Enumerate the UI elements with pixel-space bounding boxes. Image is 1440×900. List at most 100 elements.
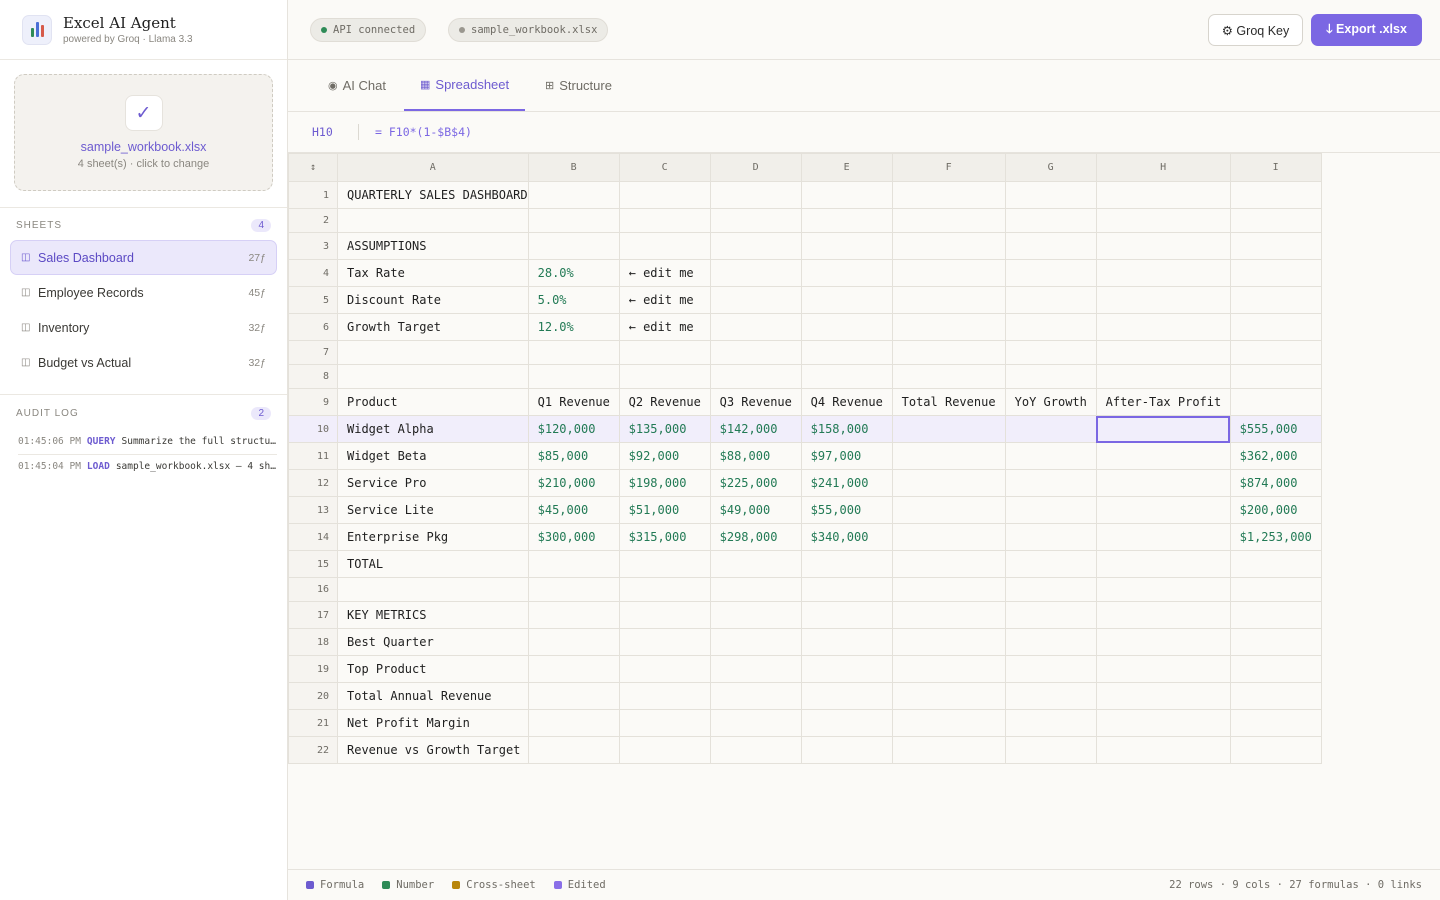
cell-e10[interactable]: $158,000 xyxy=(800,415,893,443)
cell-e11[interactable]: $97,000 xyxy=(800,442,893,470)
cell-a1[interactable]: QUARTERLY SALES DASHBOARD xyxy=(337,181,529,209)
cell-g2[interactable] xyxy=(1004,208,1097,233)
cell-f2[interactable] xyxy=(891,208,1006,233)
cell-a17[interactable]: KEY METRICS xyxy=(337,601,529,629)
column-header-b[interactable]: B xyxy=(527,153,620,182)
cell-c5[interactable]: ← edit me xyxy=(618,286,711,314)
cell-b5[interactable]: 5.0% xyxy=(527,286,620,314)
cell-b15[interactable] xyxy=(527,550,620,578)
cell-f22[interactable] xyxy=(891,736,1006,764)
cell-h5[interactable] xyxy=(1095,286,1231,314)
cell-c7[interactable] xyxy=(618,340,711,365)
cell-f20[interactable] xyxy=(891,682,1006,710)
row-number[interactable]: 15 xyxy=(288,550,338,578)
cell-d16[interactable] xyxy=(709,577,802,602)
cell-i11[interactable]: $362,000 xyxy=(1229,442,1322,470)
cell-h9[interactable]: After-Tax Profit xyxy=(1095,388,1231,416)
cell-g14[interactable] xyxy=(1004,523,1097,551)
row-number[interactable]: 17 xyxy=(288,601,338,629)
cell-f14[interactable] xyxy=(891,523,1006,551)
cell-i2[interactable] xyxy=(1229,208,1322,233)
cell-g3[interactable] xyxy=(1004,232,1097,260)
cell-f8[interactable] xyxy=(891,364,1006,389)
cell-f11[interactable] xyxy=(891,442,1006,470)
cell-g17[interactable] xyxy=(1004,601,1097,629)
cell-d2[interactable] xyxy=(709,208,802,233)
cell-d11[interactable]: $88,000 xyxy=(709,442,802,470)
cell-i17[interactable] xyxy=(1229,601,1322,629)
cell-e17[interactable] xyxy=(800,601,893,629)
sidebar-item-sheet[interactable]: ◫ Inventory 32ƒ xyxy=(10,310,277,345)
cell-d15[interactable] xyxy=(709,550,802,578)
cell-a20[interactable]: Total Annual Revenue xyxy=(337,682,529,710)
cell-i19[interactable] xyxy=(1229,655,1322,683)
cell-d9[interactable]: Q3 Revenue xyxy=(709,388,802,416)
cell-d21[interactable] xyxy=(709,709,802,737)
cell-d5[interactable] xyxy=(709,286,802,314)
row-number[interactable]: 12 xyxy=(288,469,338,497)
row-number[interactable]: 8 xyxy=(288,364,338,389)
cell-c8[interactable] xyxy=(618,364,711,389)
audit-entry[interactable]: 01:45:06 PM QUERY Summarize the full struc… xyxy=(18,430,277,454)
cell-a19[interactable]: Top Product xyxy=(337,655,529,683)
cell-c18[interactable] xyxy=(618,628,711,656)
cell-e21[interactable] xyxy=(800,709,893,737)
cell-e14[interactable]: $340,000 xyxy=(800,523,893,551)
cell-h4[interactable] xyxy=(1095,259,1231,287)
cell-e2[interactable] xyxy=(800,208,893,233)
tab-spreadsheet[interactable]: ▦ Spreadsheet xyxy=(404,60,526,111)
cell-h18[interactable] xyxy=(1095,628,1231,656)
cell-a5[interactable]: Discount Rate xyxy=(337,286,529,314)
cell-b16[interactable] xyxy=(527,577,620,602)
cell-g21[interactable] xyxy=(1004,709,1097,737)
cell-f15[interactable] xyxy=(891,550,1006,578)
cell-g13[interactable] xyxy=(1004,496,1097,524)
cell-c4[interactable]: ← edit me xyxy=(618,259,711,287)
cell-a18[interactable]: Best Quarter xyxy=(337,628,529,656)
cell-c14[interactable]: $315,000 xyxy=(618,523,711,551)
cell-f6[interactable] xyxy=(891,313,1006,341)
cell-b11[interactable]: $85,000 xyxy=(527,442,620,470)
cell-e8[interactable] xyxy=(800,364,893,389)
cell-a9[interactable]: Product xyxy=(337,388,529,416)
cell-d3[interactable] xyxy=(709,232,802,260)
cell-e9[interactable]: Q4 Revenue xyxy=(800,388,893,416)
cell-d10[interactable]: $142,000 xyxy=(709,415,802,443)
cell-a8[interactable] xyxy=(337,364,529,389)
cell-g18[interactable] xyxy=(1004,628,1097,656)
cell-b8[interactable] xyxy=(527,364,620,389)
cell-i22[interactable] xyxy=(1229,736,1322,764)
cell-c19[interactable] xyxy=(618,655,711,683)
cell-d6[interactable] xyxy=(709,313,802,341)
cell-d17[interactable] xyxy=(709,601,802,629)
cell-e12[interactable]: $241,000 xyxy=(800,469,893,497)
cell-f9[interactable]: Total Revenue xyxy=(891,388,1006,416)
row-number[interactable]: 1 xyxy=(288,181,338,209)
row-number[interactable]: 4 xyxy=(288,259,338,287)
tab-structure[interactable]: ⊞ Structure xyxy=(545,60,612,111)
cell-h13[interactable] xyxy=(1095,496,1231,524)
sidebar-item-sheet[interactable]: ◫ Budget vs Actual 32ƒ xyxy=(10,345,277,380)
cell-h17[interactable] xyxy=(1095,601,1231,629)
cell-c3[interactable] xyxy=(618,232,711,260)
column-header-h[interactable]: H xyxy=(1095,153,1231,182)
cell-g12[interactable] xyxy=(1004,469,1097,497)
row-number[interactable]: 18 xyxy=(288,628,338,656)
cell-e19[interactable] xyxy=(800,655,893,683)
cell-i9[interactable] xyxy=(1229,388,1322,416)
cell-g7[interactable] xyxy=(1004,340,1097,365)
cell-b14[interactable]: $300,000 xyxy=(527,523,620,551)
cell-b13[interactable]: $45,000 xyxy=(527,496,620,524)
cell-i5[interactable] xyxy=(1229,286,1322,314)
cell-e15[interactable] xyxy=(800,550,893,578)
row-number[interactable]: 21 xyxy=(288,709,338,737)
cell-f7[interactable] xyxy=(891,340,1006,365)
cell-c15[interactable] xyxy=(618,550,711,578)
cell-c22[interactable] xyxy=(618,736,711,764)
cell-f5[interactable] xyxy=(891,286,1006,314)
cell-a3[interactable]: ASSUMPTIONS xyxy=(337,232,529,260)
cell-g10[interactable] xyxy=(1004,415,1097,443)
cell-b7[interactable] xyxy=(527,340,620,365)
cell-a12[interactable]: Service Pro xyxy=(337,469,529,497)
cell-b4[interactable]: 28.0% xyxy=(527,259,620,287)
